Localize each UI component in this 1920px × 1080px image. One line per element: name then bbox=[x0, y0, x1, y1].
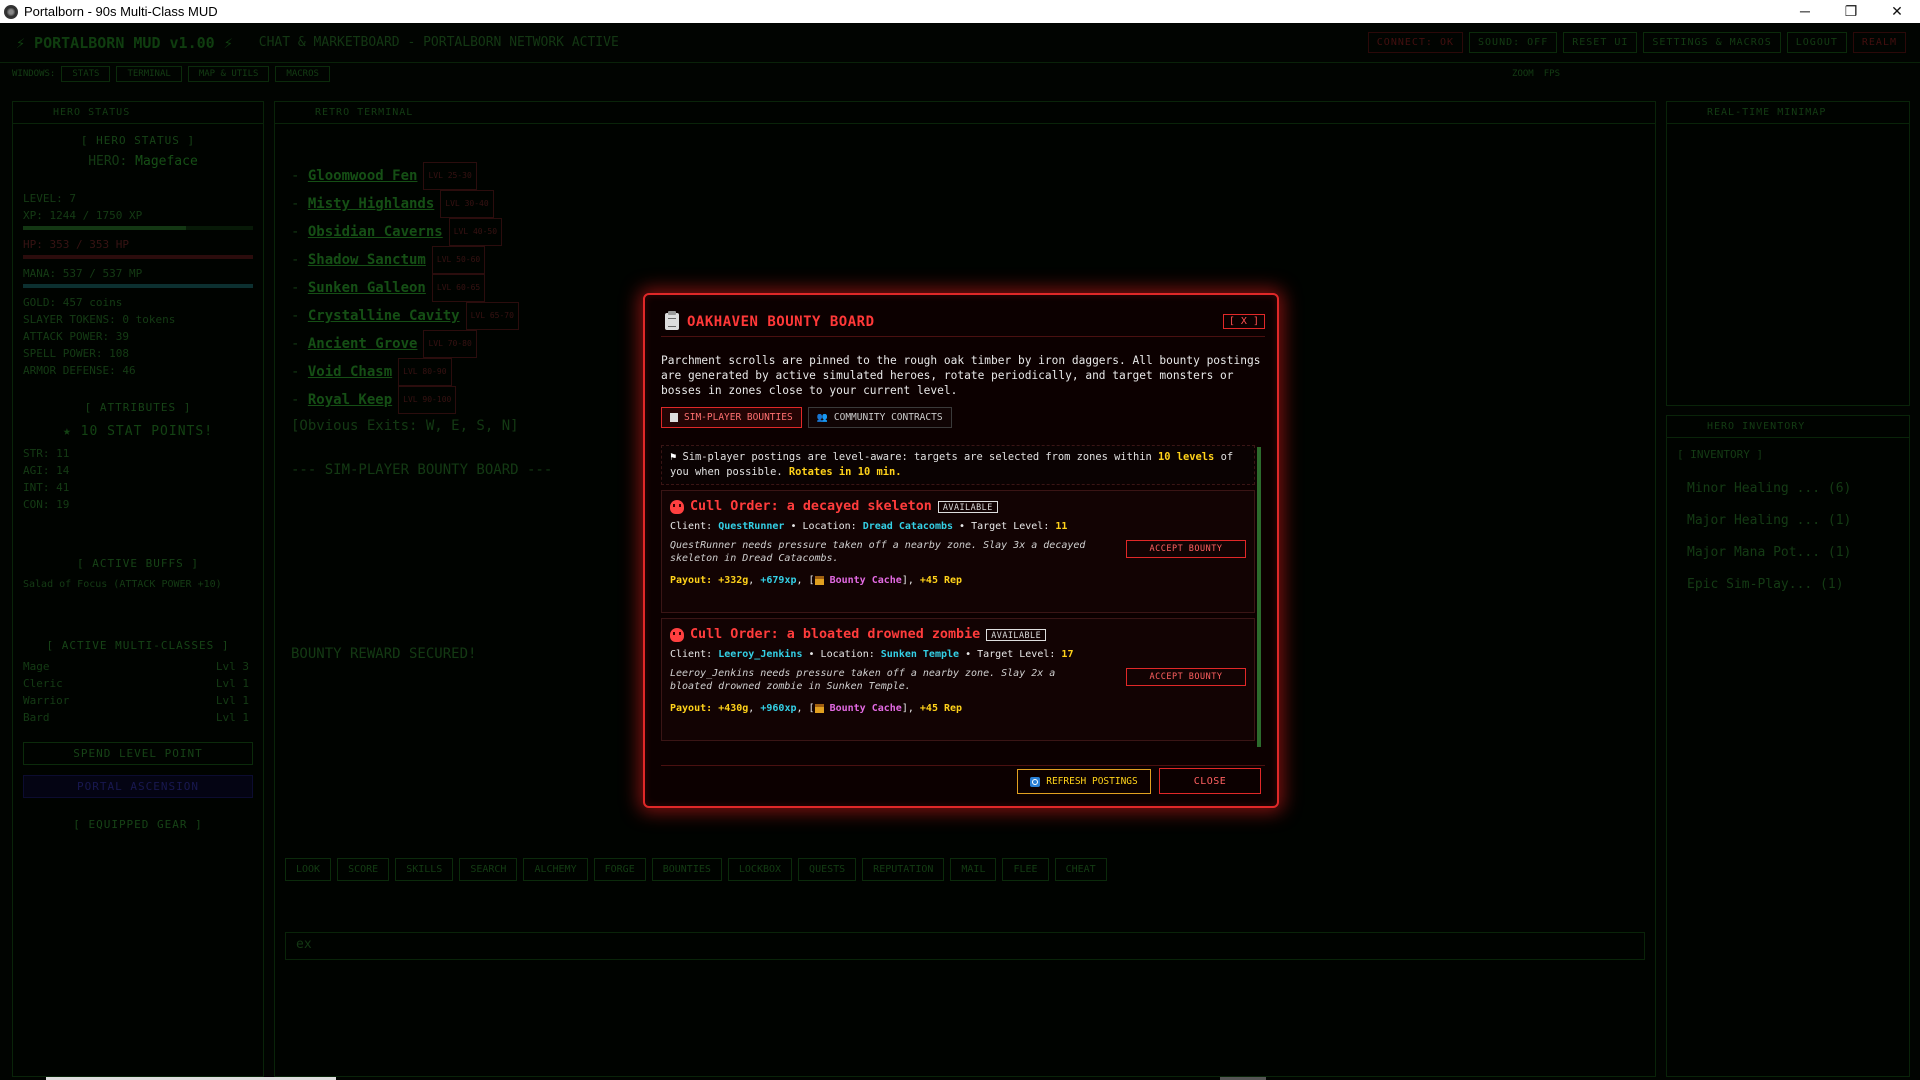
window-titlebar: Portalborn - 90s Multi-Class MUD ─ ❐ ✕ bbox=[0, 0, 1920, 23]
flag-icon: ⚑ bbox=[670, 451, 677, 463]
info-rotates: Rotates in 10 min. bbox=[788, 466, 902, 478]
clipboard-icon bbox=[665, 311, 679, 330]
bounty-list: ⚑ Sim-player postings are level-aware: t… bbox=[661, 445, 1255, 751]
tab-label: COMMUNITY CONTRACTS bbox=[833, 412, 943, 423]
bounty-target-level: 11 bbox=[1055, 521, 1068, 532]
treasure-chest-icon bbox=[814, 575, 824, 585]
payout-gold: +332g bbox=[718, 575, 749, 586]
location-label: Location: bbox=[820, 649, 875, 660]
info-pre: Sim-player postings are level-aware: tar… bbox=[682, 451, 1152, 463]
skull-icon bbox=[670, 499, 684, 514]
bounty-card: Cull Order: a decayed skeleton AVAILABLE… bbox=[661, 490, 1255, 613]
bounty-flavor: Leeroy_Jenkins needs pressure taken off … bbox=[670, 668, 1056, 692]
bounty-title: Cull Order: a bloated drowned zombie bbox=[690, 627, 981, 642]
bounty-payout: Payout: +430g, +960xp, [ Bounty Cache], … bbox=[670, 703, 963, 714]
modal-title: OAKHAVEN BOUNTY BOARD bbox=[687, 313, 875, 330]
bounty-flavor: QuestRunner needs pressure taken off a n… bbox=[670, 540, 1086, 564]
bounty-meta: Client: Leeroy_Jenkins • Location: Sunke… bbox=[670, 649, 1074, 660]
bounty-location: Dread Catacombs bbox=[862, 521, 954, 532]
accept-bounty-button[interactable]: ACCEPT BOUNTY bbox=[1126, 540, 1246, 558]
target-level-label: Target Level: bbox=[977, 649, 1056, 660]
modal-description: Parchment scrolls are pinned to the roug… bbox=[661, 354, 1261, 397]
level-info-box: ⚑ Sim-player postings are level-aware: t… bbox=[661, 445, 1255, 485]
minimize-button[interactable]: ─ bbox=[1782, 3, 1828, 20]
payout-rep: +45 Rep bbox=[919, 575, 963, 586]
payout-label: Payout: bbox=[670, 703, 713, 714]
bounty-tabs: SIM-PLAYER BOUNTIES 👥 COMMUNITY CONTRACT… bbox=[661, 407, 952, 428]
payout-gold: +430g bbox=[718, 703, 749, 714]
payout-cache: Bounty Cache bbox=[829, 575, 902, 586]
target-level-label: Target Level: bbox=[971, 521, 1050, 532]
app-icon bbox=[4, 4, 18, 19]
refresh-label: REFRESH POSTINGS bbox=[1046, 776, 1138, 787]
accept-bounty-button[interactable]: ACCEPT BOUNTY bbox=[1126, 668, 1246, 686]
bounty-card: Cull Order: a bloated drowned zombie AVA… bbox=[661, 618, 1255, 741]
bounty-client: Leeroy_Jenkins bbox=[718, 649, 803, 660]
bounty-meta: Client: QuestRunner • Location: Dread Ca… bbox=[670, 521, 1068, 532]
payout-label: Payout: bbox=[670, 575, 713, 586]
client-label: Client: bbox=[670, 649, 713, 660]
location-label: Location: bbox=[802, 521, 857, 532]
status-badge: AVAILABLE bbox=[937, 500, 998, 513]
bounty-list-scrollbar[interactable] bbox=[1257, 447, 1261, 747]
refresh-icon bbox=[1030, 776, 1041, 787]
modal-close-x-button[interactable]: [ X ] bbox=[1222, 314, 1265, 329]
card-title-row: Cull Order: a decayed skeleton AVAILABLE bbox=[670, 499, 1246, 514]
payout-xp: +960xp bbox=[760, 703, 797, 714]
bounty-title: Cull Order: a decayed skeleton bbox=[690, 499, 932, 514]
tab-community-contracts[interactable]: 👥 COMMUNITY CONTRACTS bbox=[807, 407, 952, 428]
window-controls: ─ ❐ ✕ bbox=[1782, 3, 1920, 20]
payout-cache: Bounty Cache bbox=[829, 703, 902, 714]
payout-xp: +679xp bbox=[760, 575, 797, 586]
bounty-payout: Payout: +332g, +679xp, [ Bounty Cache], … bbox=[670, 575, 963, 586]
bounty-board-modal: OAKHAVEN BOUNTY BOARD [ X ] Parchment sc… bbox=[643, 293, 1279, 808]
restore-button[interactable]: ❐ bbox=[1828, 3, 1874, 20]
card-title-row: Cull Order: a bloated drowned zombie AVA… bbox=[670, 627, 1246, 642]
tab-sim-player-bounties[interactable]: SIM-PLAYER BOUNTIES bbox=[661, 407, 802, 428]
modal-footer-divider bbox=[661, 765, 1265, 766]
client-label: Client: bbox=[670, 521, 713, 532]
skull-icon bbox=[670, 627, 684, 642]
bounty-target-level: 17 bbox=[1061, 649, 1074, 660]
scroll-icon bbox=[670, 413, 678, 422]
scrollbar-thumb[interactable] bbox=[1257, 447, 1261, 747]
info-levels: 10 levels bbox=[1157, 451, 1215, 463]
payout-rep: +45 Rep bbox=[919, 703, 963, 714]
window-close-button[interactable]: ✕ bbox=[1874, 3, 1920, 20]
status-badge: AVAILABLE bbox=[986, 628, 1047, 641]
bounty-location: Sunken Temple bbox=[880, 649, 960, 660]
people-icon: 👥 bbox=[816, 412, 828, 423]
modal-close-button[interactable]: CLOSE bbox=[1159, 768, 1261, 794]
bounty-client: QuestRunner bbox=[718, 521, 785, 532]
modal-header: OAKHAVEN BOUNTY BOARD [ X ] bbox=[661, 311, 1265, 337]
tab-label: SIM-PLAYER BOUNTIES bbox=[684, 412, 793, 423]
treasure-chest-icon bbox=[814, 703, 824, 713]
refresh-postings-button[interactable]: REFRESH POSTINGS bbox=[1017, 769, 1151, 794]
window-title: Portalborn - 90s Multi-Class MUD bbox=[24, 4, 218, 19]
